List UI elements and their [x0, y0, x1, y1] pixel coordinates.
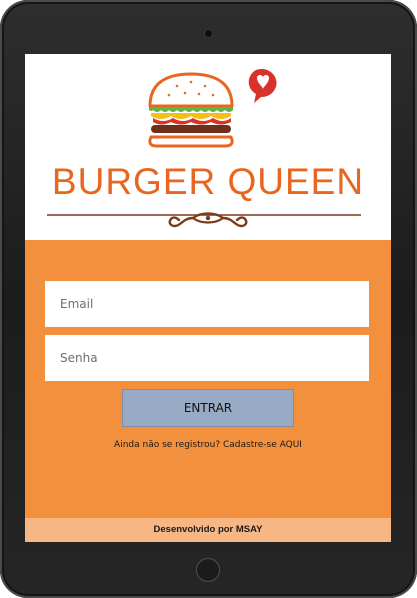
home-button[interactable] [196, 558, 220, 582]
brand-header: BURGER QUEEN [25, 54, 391, 240]
tablet-frame: BURGER QUEEN ENTRAR Ainda não se registr… [0, 0, 417, 598]
camera-dot [205, 30, 212, 37]
login-form: ENTRAR Ainda não se registrou? Cadastre-… [25, 240, 391, 518]
burger-logo [47, 69, 361, 228]
burger-icon [148, 72, 234, 148]
heart-speech-bubble-icon [248, 69, 277, 103]
email-input[interactable] [45, 281, 369, 327]
password-input[interactable] [45, 335, 369, 381]
login-button[interactable]: ENTRAR [122, 389, 294, 427]
brand-title: BURGER QUEEN [51, 161, 365, 202]
app-screen: BURGER QUEEN ENTRAR Ainda não se registr… [25, 54, 391, 542]
footer-credit: Desenvolvido por MSAY [25, 518, 391, 542]
register-link[interactable]: Ainda não se registrou? Cadastre-se AQUI [25, 440, 391, 450]
ornament-divider [47, 212, 361, 228]
